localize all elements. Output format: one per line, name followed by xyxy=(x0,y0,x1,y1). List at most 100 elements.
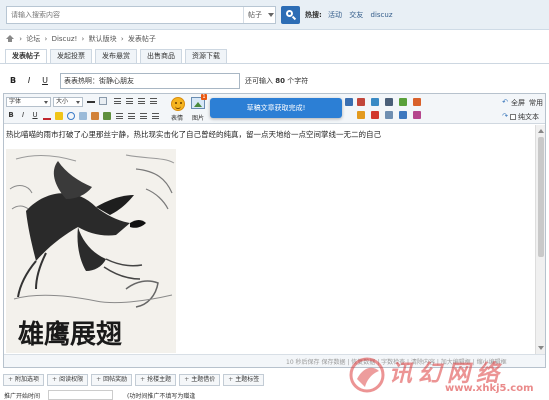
align-justify-icon[interactable] xyxy=(150,98,157,104)
image-label: 图片 xyxy=(192,115,205,122)
ordered-list-icon[interactable] xyxy=(116,113,123,119)
link-icon[interactable] xyxy=(67,112,75,120)
chevron-down-icon xyxy=(76,101,80,104)
indent-icon[interactable] xyxy=(140,113,147,119)
search-scope-select[interactable]: 帖子 xyxy=(243,7,277,23)
editor-toolbar: 字体 大小 B I U 表情 1 图片 草稿文章获取完成! ↶ 全屏 常用 ↷ … xyxy=(4,94,545,124)
font-size-select[interactable]: 大小 xyxy=(53,97,83,107)
underline-icon[interactable]: U xyxy=(31,111,39,119)
common-button[interactable]: 常用 xyxy=(529,98,543,108)
media-icon[interactable] xyxy=(345,98,353,106)
chevron-down-icon xyxy=(44,101,48,104)
promotion-start-input[interactable] xyxy=(48,390,113,400)
breadcrumb-current: 发表帖子 xyxy=(127,35,156,43)
hide-icon[interactable] xyxy=(357,111,365,119)
promotion-start-label: 推广开始时间 xyxy=(4,393,41,400)
expand-icon: + xyxy=(8,376,14,383)
italic-button[interactable]: I xyxy=(23,75,35,87)
align-center-icon[interactable] xyxy=(126,98,133,104)
tab-trade[interactable]: 出售商品 xyxy=(140,49,182,63)
chevron-down-icon xyxy=(268,13,274,17)
italic-icon[interactable]: I xyxy=(19,111,27,119)
hint-count: 80 xyxy=(275,77,285,85)
unlink-icon[interactable] xyxy=(79,112,87,120)
plain-text-checkbox[interactable] xyxy=(510,114,516,120)
promotion-hint: (功时间推广不填写为赠逢 xyxy=(127,393,196,400)
font-color-icon[interactable] xyxy=(43,112,51,120)
tab-reward[interactable]: 发布悬赏 xyxy=(95,49,137,63)
font-size-label: 大小 xyxy=(56,98,69,105)
attach-icon[interactable] xyxy=(413,111,421,119)
free-icon[interactable] xyxy=(413,98,421,106)
top-search-bar: 帖子 热搜: 活动 交友 discuz xyxy=(0,0,549,30)
option-label: 抢楼主题 xyxy=(147,376,172,383)
undo-icon[interactable]: ↶ xyxy=(501,98,509,106)
sup-icon[interactable] xyxy=(399,111,407,119)
eagle-drawing-image: 雄鹰展翅 xyxy=(6,149,176,353)
emoji-label: 表情 xyxy=(171,115,184,122)
password-icon[interactable] xyxy=(371,111,379,119)
table-icon[interactable] xyxy=(99,97,107,105)
font-family-select[interactable]: 字体 xyxy=(6,97,51,107)
drawing-caption: 雄鹰展翅 xyxy=(17,319,122,350)
breadcrumb-separator: › xyxy=(120,35,124,43)
home-icon[interactable] xyxy=(6,35,14,42)
hot-link[interactable]: discuz xyxy=(371,11,393,19)
unordered-list-icon[interactable] xyxy=(128,113,135,119)
highlight-icon[interactable] xyxy=(55,112,63,120)
breadcrumb-separator: › xyxy=(44,35,48,43)
breadcrumb-item[interactable]: 默认版块 xyxy=(89,35,117,43)
post-editor: 字体 大小 B I U 表情 1 图片 草稿文章获取完成! ↶ 全屏 常用 ↷ … xyxy=(3,93,546,368)
scroll-thumb[interactable] xyxy=(538,137,544,257)
align-right-icon[interactable] xyxy=(138,98,145,104)
erase-format-icon[interactable] xyxy=(103,112,111,120)
option-extra[interactable]: + 附加选项 xyxy=(3,374,45,386)
hot-link[interactable]: 交友 xyxy=(349,11,363,19)
redo-icon[interactable]: ↷ xyxy=(501,112,509,120)
promotion-row: 推广开始时间 (功时间推广不填写为赠逢 xyxy=(4,391,195,400)
bold-button[interactable]: B xyxy=(7,75,19,87)
option-reply-reward[interactable]: + 回帖奖励 xyxy=(91,374,133,386)
option-floor-grab[interactable]: + 抢楼主题 xyxy=(135,374,177,386)
breadcrumb-item[interactable]: Discuz! xyxy=(52,35,78,43)
plain-text-toggle[interactable]: 纯文本 xyxy=(510,112,539,122)
expand-icon: + xyxy=(184,376,190,383)
post-options: + 附加选项 + 阅读权限 + 回帖奖励 + 抢楼主题 + 主题借价 + 主题标签 xyxy=(3,374,267,386)
watermark-url: www.xhkj5.com xyxy=(445,383,534,394)
search-button[interactable] xyxy=(281,6,300,24)
outdent-icon[interactable] xyxy=(152,113,159,119)
music-icon[interactable] xyxy=(357,98,365,106)
hot-link[interactable]: 活动 xyxy=(328,11,342,19)
plain-text-label: 纯文本 xyxy=(518,113,539,121)
subject-input[interactable]: 表表热啊：街静心朋友 xyxy=(60,73,240,89)
table-insert-icon[interactable] xyxy=(385,111,393,119)
hint-suffix: 个字符 xyxy=(287,77,309,85)
editor-scrollbar[interactable] xyxy=(535,125,545,354)
horizontal-rule-icon[interactable] xyxy=(87,101,95,104)
code-icon[interactable] xyxy=(399,98,407,106)
emoji-icon[interactable] xyxy=(171,97,185,111)
tab-download[interactable]: 资源下载 xyxy=(185,49,227,63)
quote-icon[interactable] xyxy=(385,98,393,106)
editor-content-area[interactable]: 热比喵喵的雨市打破了心里那丝宁静，热比现实击化了自己曾经的纯真，留一点天地给一点… xyxy=(4,125,535,354)
expand-icon: + xyxy=(52,376,58,383)
breadcrumb-item[interactable]: 论坛 xyxy=(26,35,40,43)
option-tags[interactable]: + 主题标签 xyxy=(223,374,265,386)
tab-new-post[interactable]: 发表帖子 xyxy=(5,49,47,63)
fullscreen-button[interactable]: 全屏 xyxy=(511,98,525,108)
bold-icon[interactable]: B xyxy=(7,111,15,119)
font-family-label: 字体 xyxy=(9,98,22,105)
option-price[interactable]: + 主题借价 xyxy=(179,374,221,386)
hint-prefix: 还可输入 xyxy=(245,77,273,85)
option-read-permission[interactable]: + 阅读权限 xyxy=(47,374,89,386)
scroll-up-icon[interactable] xyxy=(538,129,544,133)
site-watermark: 讯幻网络 www.xhkj5.com xyxy=(345,350,545,400)
search-input[interactable] xyxy=(7,7,239,23)
expand-icon: + xyxy=(140,376,146,383)
align-left-icon[interactable] xyxy=(114,98,121,104)
underline-button[interactable]: U xyxy=(39,75,51,87)
flash-icon[interactable] xyxy=(371,98,379,106)
format-brush-icon[interactable] xyxy=(91,112,99,120)
hot-search: 热搜: 活动 交友 discuz xyxy=(305,10,398,20)
tab-poll[interactable]: 发起投票 xyxy=(50,49,92,63)
